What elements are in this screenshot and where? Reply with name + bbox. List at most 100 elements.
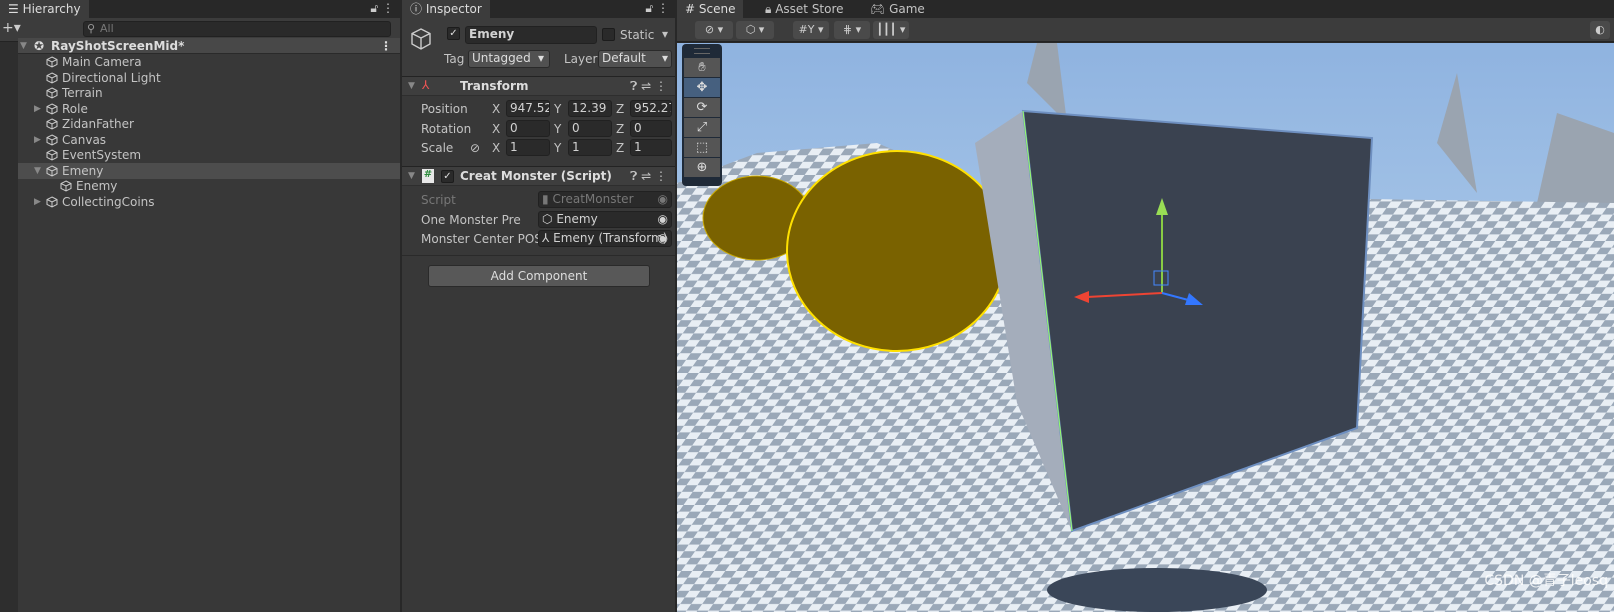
gameobject-icon [46, 87, 58, 99]
inspector-panel: ⓘ Inspector 🔓︎ ⋮ ✓ Emeny Static ▾ Tag Un… [402, 0, 675, 612]
rotation-x-field[interactable]: 0 [506, 119, 550, 137]
move-tool-icon[interactable]: ✥ [684, 78, 720, 97]
position-z-field[interactable]: 952.27 [630, 100, 672, 117]
hierarchy-gutter [0, 42, 18, 612]
scale-tool-icon[interactable]: ⤢ [684, 118, 720, 137]
object-picker-icon[interactable]: ◉ [658, 212, 668, 227]
hierarchy-item[interactable]: ▶ CollectingCoins [18, 194, 400, 210]
hierarchy-item[interactable]: ▼ Emeny [18, 162, 400, 179]
transform-tool-icon[interactable]: ⊕ [684, 158, 720, 177]
script-header[interactable]: ▼ # ✓ Creat Monster (Script) ❓︎ ⇌ ⋮ [402, 166, 675, 186]
add-component-button[interactable]: Add Component [428, 265, 650, 287]
scale-z-field[interactable]: 1 [630, 139, 672, 156]
item-label: Enemy [76, 179, 118, 193]
tag-dropdown[interactable]: Untagged ▾ [468, 50, 550, 68]
scale-x-field[interactable]: 1 [506, 139, 550, 156]
hierarchy-item[interactable]: ZidanFather [18, 116, 400, 132]
tab-inspector[interactable]: ⓘ Inspector [402, 0, 490, 18]
position-y-field[interactable]: 12.39 [568, 100, 612, 117]
collapsed-arrow-icon[interactable]: ▶ [34, 132, 41, 148]
hierarchy-item[interactable]: Enemy [18, 178, 400, 194]
tab-scene[interactable]: # Scene [677, 0, 744, 18]
axis-z-label: Z [616, 121, 625, 136]
object-field[interactable]: ⅄ Emeny (Transform) ◉ [538, 230, 672, 247]
object-field[interactable]: ▮ CreatMonster ◉ [538, 191, 672, 208]
component-menu-icons[interactable]: ❓︎ ⇌ ⋮ [630, 169, 667, 184]
add-icon[interactable]: +▾ [2, 20, 21, 36]
tab-label: Inspector [425, 2, 482, 16]
expand-arrow-icon[interactable]: ▼ [20, 38, 27, 54]
item-label: Terrain [62, 86, 103, 100]
divider [402, 255, 675, 256]
tab-label: Hierarchy [22, 2, 81, 16]
gameobject-icon [46, 56, 58, 68]
axis-y-label: Y [554, 141, 562, 155]
search-input[interactable]: ⚲ All [83, 21, 391, 37]
snap-dropdown[interactable]: ⋕ ▾ [834, 21, 870, 39]
grid-snap-dropdown[interactable]: #Y ▾ [793, 21, 829, 39]
axis-z-label: Z [616, 141, 625, 155]
field-label: Monster Center POS [421, 232, 542, 246]
prefab-icon: ⬡ [542, 211, 553, 226]
object-field[interactable]: ⬡ Enemy ◉ [538, 210, 672, 228]
hierarchy-item[interactable]: EventSystem [18, 147, 400, 163]
field-value: Emeny (Transform) [553, 231, 668, 245]
hierarchy-item[interactable]: Directional Light [18, 70, 400, 86]
static-dropdown-icon[interactable]: ▾ [662, 27, 668, 41]
draw-mode-dropdown[interactable]: ⊘ ▾ [695, 21, 733, 39]
object-picker-icon[interactable]: ◉ [658, 231, 668, 246]
hierarchy-tabbar: ☰ Hierarchy 🔓︎ ⋮ [0, 0, 400, 18]
collapse-arrow-icon[interactable]: ▼ [408, 81, 415, 91]
axis-x-label: X [492, 141, 501, 155]
position-x-field[interactable]: 947.52 [506, 100, 550, 117]
tab-label: Asset Store [775, 2, 844, 16]
name-field[interactable]: Emeny [465, 26, 597, 44]
collapsed-arrow-icon[interactable]: ▶ [34, 194, 41, 210]
layer-dropdown[interactable]: Default ▾ [598, 50, 672, 68]
transform-icon: ⅄ [542, 231, 550, 245]
tab-hierarchy[interactable]: ☰ Hierarchy [0, 0, 89, 18]
drag-handle[interactable] [694, 48, 710, 54]
field-value: CreatMonster [552, 192, 634, 206]
scene-camera-button[interactable]: ◐ [1590, 21, 1610, 39]
hierarchy-item[interactable]: ▶ Role [18, 101, 400, 117]
hierarchy-item[interactable]: Main Camera [18, 54, 400, 70]
item-label: Directional Light [62, 70, 161, 85]
field-label: Script [421, 193, 456, 207]
hierarchy-item[interactable]: Terrain [18, 85, 400, 101]
static-checkbox[interactable] [602, 28, 615, 41]
enabled-checkbox[interactable]: ✓ [441, 170, 454, 183]
scene-name: RayShotScreenMid* [51, 39, 185, 53]
tag-value: Untagged [472, 51, 531, 65]
layer-label: Layer [564, 52, 598, 66]
active-checkbox[interactable]: ✓ [447, 27, 460, 40]
component-menu-icons[interactable]: ❓︎ ⇌ ⋮ [630, 79, 667, 94]
hierarchy-item[interactable]: ▶ Canvas [18, 132, 400, 148]
layer-value: Default [602, 51, 646, 65]
tab-game[interactable]: 🎮︎ Game [862, 0, 933, 18]
rotation-z-field[interactable]: 0 [630, 119, 672, 137]
item-label: EventSystem [62, 148, 142, 162]
collapsed-arrow-icon[interactable]: ▶ [34, 101, 41, 117]
more-icon[interactable]: ⋮ [380, 38, 392, 54]
scale-y-field[interactable]: 1 [568, 139, 612, 156]
expanded-arrow-icon[interactable]: ▼ [34, 163, 41, 179]
gizmo-dropdown[interactable]: ⬡ ▾ [736, 21, 774, 39]
tab-asset-store[interactable]: 🔒︎ Asset Store [757, 0, 852, 18]
unity-scene-icon: ✪ [34, 39, 45, 53]
lock-icon[interactable]: 🔓︎ ⋮ [645, 1, 669, 16]
collapse-arrow-icon[interactable]: ▼ [408, 171, 415, 181]
scene-viewport[interactable] [677, 43, 1614, 612]
tag-label: Tag [444, 52, 465, 66]
hand-tool-icon[interactable]: ✋︎ [684, 58, 720, 77]
scene-row[interactable]: ▼ ✪ RayShotScreenMid* ⋮ [18, 38, 400, 54]
rect-tool-icon[interactable]: ⬚ [684, 138, 720, 157]
object-picker-icon[interactable]: ◉ [658, 192, 668, 207]
lock-icon[interactable]: 🔓︎ ⋮ [370, 1, 394, 16]
constrain-proportions-icon[interactable]: ⊘ [470, 141, 480, 155]
increment-snap-dropdown[interactable]: ┃┃┃ ▾ [873, 21, 909, 39]
rotate-tool-icon[interactable]: ⟳ [684, 98, 720, 117]
transform-header[interactable]: ▼ ⅄ Transform ❓︎ ⇌ ⋮ [402, 76, 675, 96]
rotation-y-field[interactable]: 0 [568, 119, 612, 137]
item-label: Emeny [62, 163, 104, 178]
